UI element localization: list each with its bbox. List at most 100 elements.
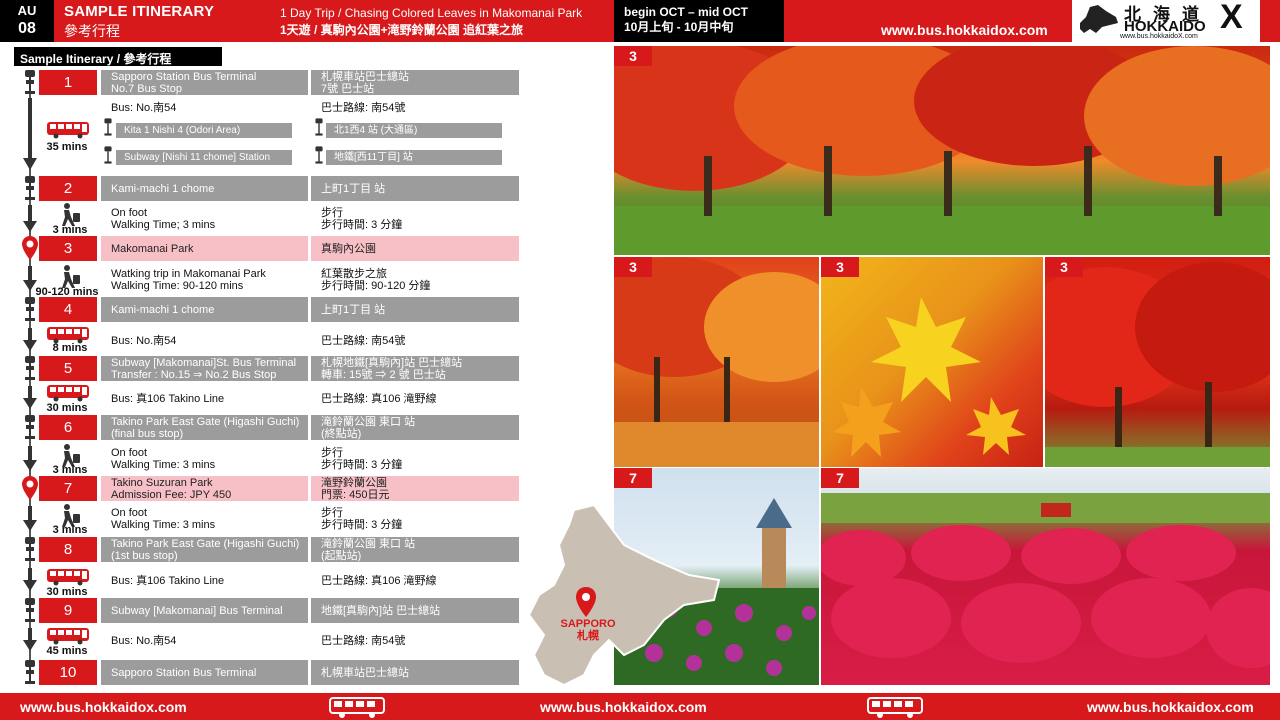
step-number: 7 — [39, 476, 97, 501]
step-number: 9 — [39, 598, 97, 623]
leg-route-zh: 紅葉散步之旅 步行時間: 90-120 分鐘 — [321, 267, 431, 292]
bus-stop-icon — [25, 70, 35, 94]
bus-stop-icon — [104, 146, 112, 164]
step-number: 10 — [39, 660, 97, 685]
step-name-zh: 上町1丁目 站 — [311, 297, 519, 322]
step-number: 2 — [39, 176, 97, 201]
travel-time: 3 mins — [52, 464, 88, 476]
travel-time: 3 mins — [52, 524, 88, 536]
header-bar: AU 08 SAMPLE ITINERARY 參考行程 1 Day Trip /… — [0, 0, 1280, 42]
location-pin-icon — [22, 236, 38, 260]
code-prefix: AU — [17, 3, 37, 18]
photo-step-badge: 7 — [821, 468, 859, 488]
leg-route-en: Watking trip in Makomanai Park Walking Ti… — [111, 267, 266, 292]
kochia-bushes-illustration — [821, 493, 1270, 668]
photo-step-badge: 3 — [614, 46, 652, 66]
bus-stop-icon — [25, 415, 35, 439]
photo-kochia-field: 7 — [821, 468, 1270, 685]
season-en: begin OCT – mid OCT — [624, 5, 749, 19]
itinerary-code: AU 08 — [0, 0, 54, 42]
travel-time: 3 mins — [52, 224, 88, 236]
via-stop-en: Kita 1 Nishi 4 (Odori Area) — [116, 123, 292, 138]
footer-website-link[interactable]: www.bus.hokkaidox.com — [540, 699, 707, 715]
leg-route-zh: 巴士路線: 真106 滝野線 — [321, 575, 437, 587]
autumn-path-illustration — [614, 257, 819, 467]
hokkaido-map-icon — [1080, 5, 1118, 33]
step-number: 8 — [39, 537, 97, 562]
photo-step-badge: 3 — [614, 257, 652, 277]
bus-stop-icon — [25, 598, 35, 622]
photo-step-badge: 3 — [821, 257, 859, 277]
map-city-label: SAPPORO 札幌 — [558, 618, 618, 642]
timeline-line — [29, 82, 31, 682]
season-zh: 10月上旬 - 10月中旬 — [624, 20, 734, 34]
photo-step-badge: 3 — [1045, 257, 1083, 277]
logo-url: www.bus.hokkaidoX.com — [1120, 33, 1198, 40]
bus-stop-icon — [25, 356, 35, 380]
leg-route-zh: 巴士路線: 真106 滝野線 — [321, 393, 437, 405]
leg-route-zh: 巴士路線: 南54號 — [321, 635, 406, 647]
step-name-zh: 滝鈴蘭公園 東口 站 (起點站) — [311, 537, 519, 562]
via-stop-en: Subway [Nishi 11 chome] Station — [116, 150, 292, 165]
step-name-zh: 真駒內公園 — [311, 236, 519, 261]
travel-time: 30 mins — [46, 586, 88, 598]
step-name-en: Subway [Makomanai]St. Bus Terminal Transf… — [101, 356, 308, 381]
photo-maple-leaves: 3 — [821, 257, 1043, 467]
step-number: 1 — [39, 70, 97, 95]
step-number: 4 — [39, 297, 97, 322]
leg-route-en: Bus: No.南54 — [111, 101, 177, 114]
trip-title: 1 Day Trip / Chasing Colored Leaves in M… — [280, 6, 583, 20]
step-name-zh: 札幌車站巴士總站 7號 巴士站 — [311, 70, 519, 95]
bus-icon — [329, 697, 385, 718]
logo-x: X — [1220, 0, 1243, 36]
down-arrow-icon — [23, 98, 37, 170]
map-city-zh: 札幌 — [577, 630, 599, 642]
step-name-zh: 上町1丁目 站 — [311, 176, 519, 201]
step-name-en: Takino Park East Gate (Higashi Guchi) (1s… — [101, 537, 308, 562]
step-name-zh: 札幌地鐵[真駒內]站 巴士總站 轉車: 15號 ⇒ 2 號 巴士站 — [311, 356, 519, 381]
step-number: 5 — [39, 356, 97, 381]
trip-title-zh: 1天遊 / 真駒內公園+滝野鈴蘭公園 追紅葉之旅 — [280, 23, 524, 37]
step-name-en: Kami-machi 1 chome — [101, 297, 308, 322]
hokkaido-map — [527, 505, 721, 685]
step-name-en: Kami-machi 1 chome — [101, 176, 308, 201]
via-stop-zh: 北1西4 站 (大通區) — [326, 123, 502, 138]
page-title-zh: 參考行程 — [64, 23, 120, 39]
footer-website-link[interactable]: www.bus.hokkaidox.com — [1087, 699, 1254, 715]
step-name-en: Sapporo Station Bus Terminal No.7 Bus Sto… — [101, 70, 308, 95]
bus-icon — [47, 385, 89, 402]
red-trees-illustration — [1045, 262, 1270, 467]
season-badge: begin OCT – mid OCT 10月上旬 - 10月中旬 — [614, 0, 784, 42]
bus-stop-icon — [315, 118, 323, 136]
hokkaidox-logo[interactable]: 北海道 HOKKAIDO X www.bus.hokkaidoX.com — [1072, 0, 1260, 42]
leg-route-en: Bus: 真106 Takino Line — [111, 575, 225, 587]
bus-icon — [47, 628, 89, 645]
bus-icon — [47, 569, 89, 586]
footer-website-link[interactable]: www.bus.hokkaidox.com — [20, 699, 187, 715]
leg-route-en: On foot Walking Time; 3 mins — [111, 206, 216, 231]
code-number: 08 — [18, 20, 36, 37]
bus-stop-icon — [25, 660, 35, 684]
maple-leaf-illustration — [833, 297, 1026, 457]
leg-route-en: Bus: 真106 Takino Line — [111, 393, 225, 405]
leg-route-en: Bus: No.南54 — [111, 635, 177, 647]
bus-stop-icon — [25, 537, 35, 561]
leg-route-zh: 巴士路線: 南54號 — [321, 335, 406, 347]
leg-route-zh: 巴士路線: 南54號 — [321, 101, 406, 114]
section-label: Sample Itinerary / 參考行程 — [14, 47, 222, 66]
bus-stop-icon — [25, 297, 35, 321]
leg-route-zh: 步行 步行時間: 3 分鐘 — [321, 506, 403, 531]
step-name-zh: 札幌車站巴士總站 — [311, 660, 519, 685]
step-name-en: Sapporo Station Bus Terminal — [101, 660, 308, 685]
footer-bar: www.bus.hokkaidox.com www.bus.hokkaidox.… — [0, 693, 1280, 720]
location-pin-icon — [22, 476, 38, 500]
step-name-zh: 滝鈴蘭公園 東口 站 (終點站) — [311, 415, 519, 440]
website-link[interactable]: www.bus.hokkaidox.com — [881, 22, 1048, 38]
step-number: 6 — [39, 415, 97, 440]
travel-time: 35 mins — [46, 141, 88, 153]
via-stop-zh: 地鐵[西11丁目] 站 — [326, 150, 502, 165]
page-title: SAMPLE ITINERARY — [64, 3, 215, 20]
step-name-en: Subway [Makomanai] Bus Terminal — [101, 598, 308, 623]
step-name-zh: 地鐵[真駒內]站 巴士總站 — [311, 598, 519, 623]
step-name-en: Takino Park East Gate (Higashi Guchi) (fi… — [101, 415, 308, 440]
